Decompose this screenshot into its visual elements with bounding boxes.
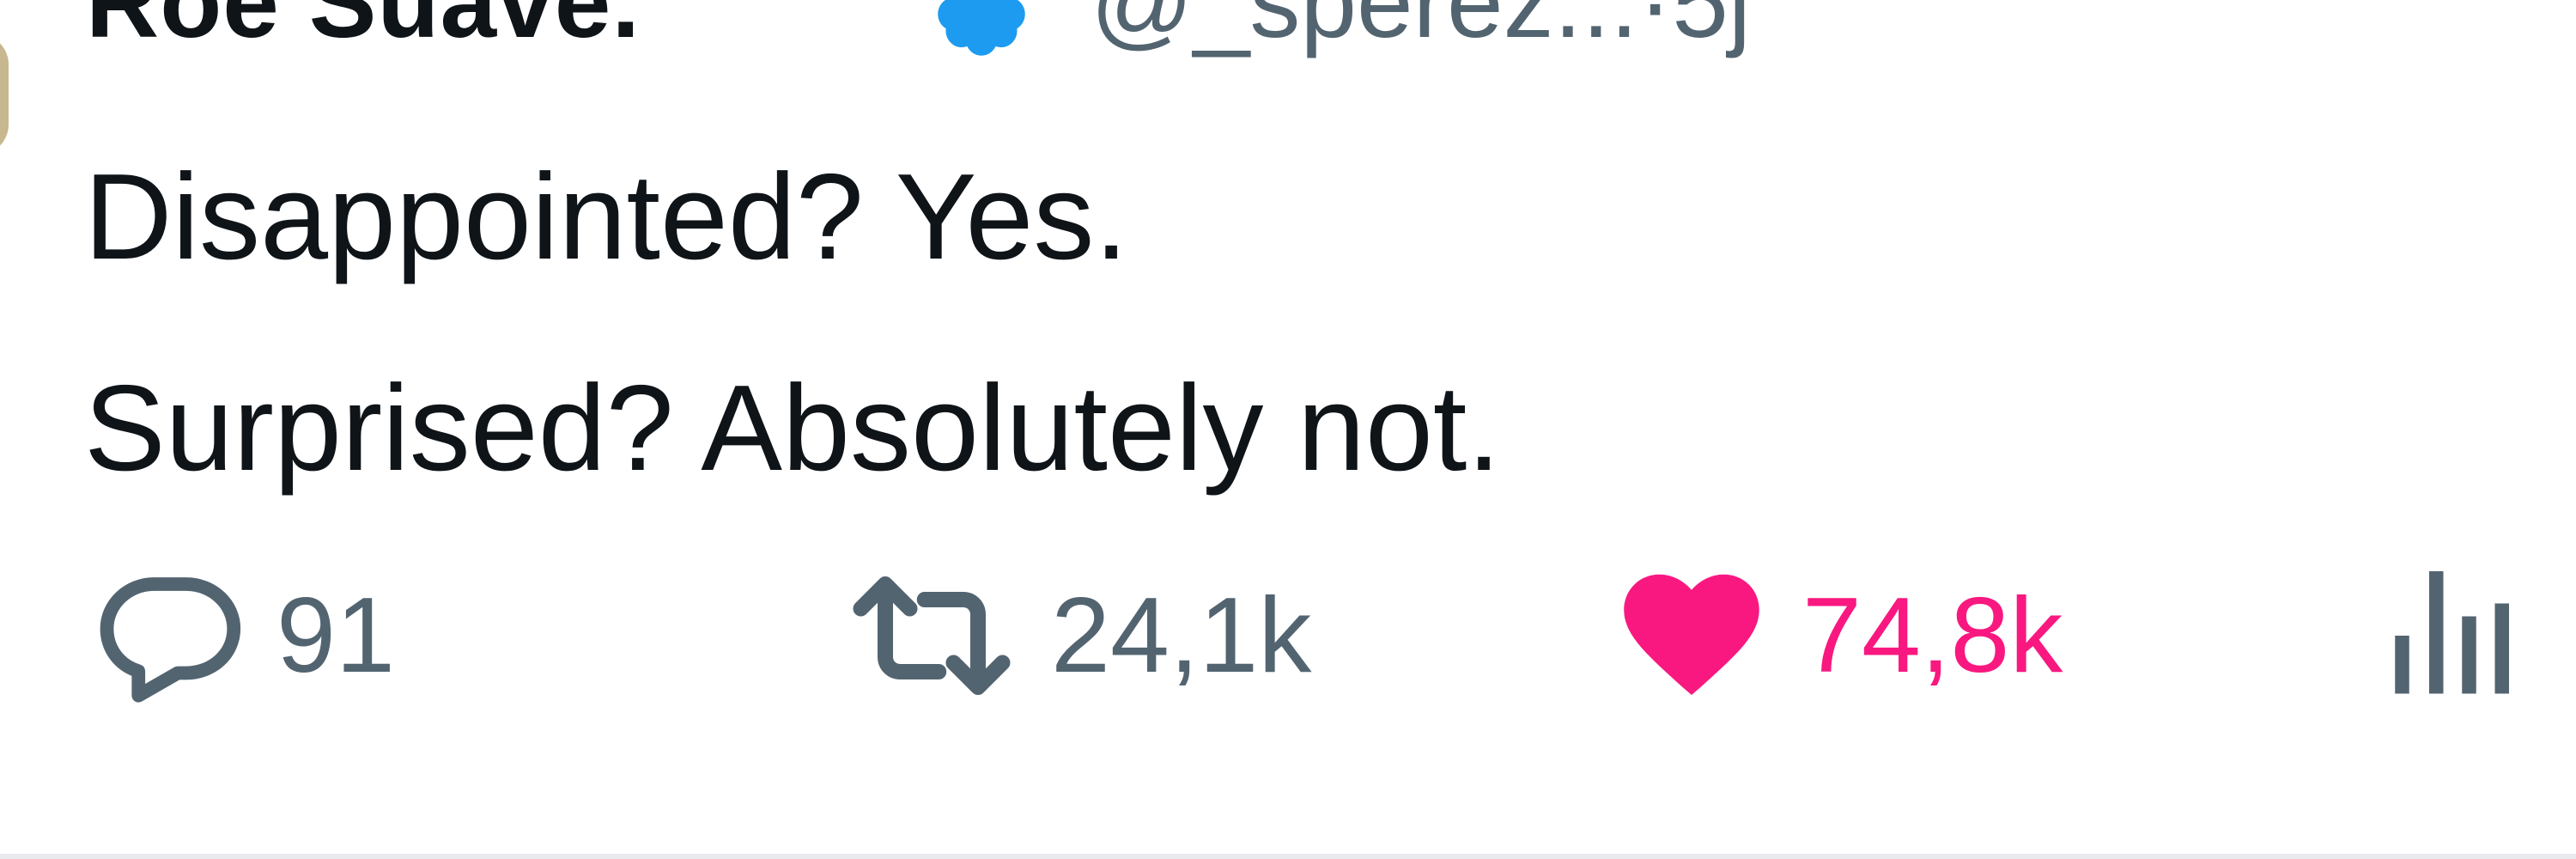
- user-handle[interactable]: @_sperez...·5j: [1091, 0, 1751, 58]
- tweet-text: Disappointed? Yes. Surprised? Absolutely…: [84, 112, 2403, 534]
- tweet-action-bar: 91 24,1k 74,8k: [0, 558, 2576, 713]
- views-chart-icon: [2395, 571, 2509, 694]
- heart-icon: [1624, 574, 1759, 695]
- reply-button[interactable]: 91: [93, 558, 395, 713]
- reply-bubble-icon: [100, 577, 241, 703]
- verified-badge-icon: [938, 0, 1025, 56]
- retweet-button[interactable]: 24,1k: [841, 558, 1311, 713]
- retweet-icon: [853, 576, 1011, 695]
- display-name[interactable]: Roe Suave.: [86, 0, 641, 58]
- reply-count: 91: [276, 576, 395, 695]
- like-count: 74,8k: [1802, 576, 2063, 695]
- tweet-text-line: Disappointed? Yes.: [84, 149, 1128, 285]
- tweet-header: Roe Suave. @_sperez...·5j: [0, 0, 2576, 58]
- divider: [0, 854, 2576, 859]
- tweet-text-line: Surprised? Absolutely not.: [84, 360, 1501, 497]
- like-button[interactable]: 74,8k: [1610, 558, 2063, 713]
- views-button[interactable]: [2385, 558, 2514, 713]
- retweet-count: 24,1k: [1051, 576, 1312, 695]
